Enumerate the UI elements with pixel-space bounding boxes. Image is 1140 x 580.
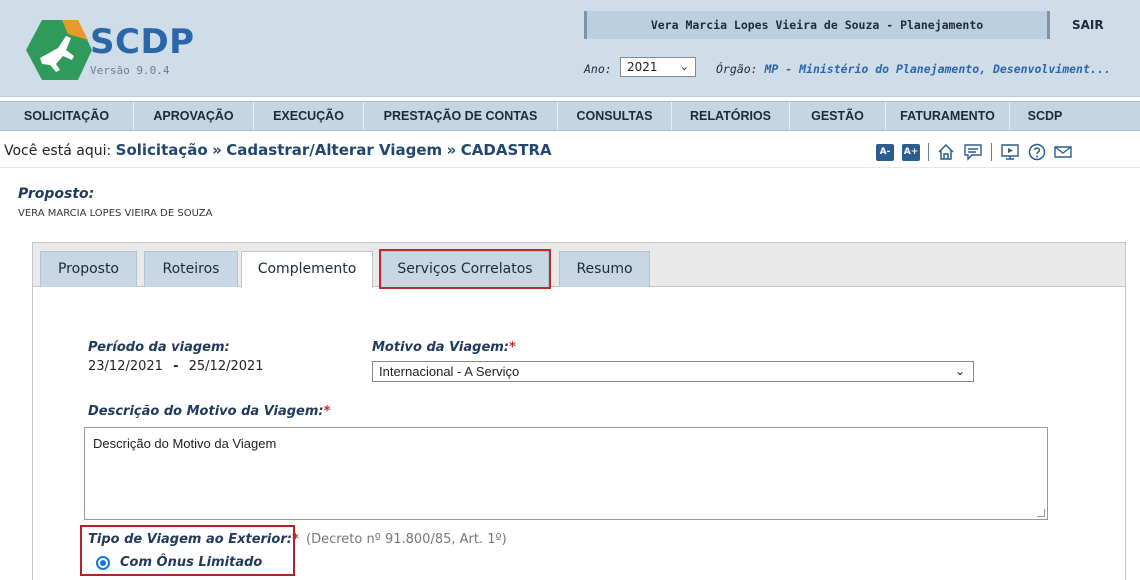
orgao-label: Órgão: — [716, 62, 758, 76]
toolbar: A- A+ — [876, 141, 1072, 163]
ano-select[interactable]: 2021 ⌄ — [620, 57, 696, 77]
brand-name: SCDP — [90, 22, 195, 62]
app-version: Versão 9.0.4 — [90, 64, 170, 77]
tipo-label: Tipo de Viagem ao Exterior:* — [88, 532, 299, 547]
required-mark: * — [323, 404, 331, 419]
periodo-start: 23/12/2021 — [88, 359, 163, 374]
required-mark: * — [291, 532, 299, 547]
logout-button[interactable]: SAIR — [1072, 18, 1104, 32]
tab-roteiros[interactable]: Roteiros — [144, 251, 238, 287]
menu-item-scdp[interactable]: SCDP — [1010, 102, 1080, 130]
breadcrumb-item-cadastrar[interactable]: Cadastrar/Alterar Viagem — [226, 141, 442, 159]
periodo-end: 25/12/2021 — [188, 359, 264, 374]
chat-icon[interactable] — [963, 143, 983, 161]
presentation-icon[interactable] — [1000, 143, 1020, 161]
ano-value: 2021 — [627, 60, 658, 74]
divider — [991, 143, 992, 161]
double-chevron-right-icon: » — [212, 141, 222, 159]
font-decrease-button[interactable]: A- — [876, 143, 894, 161]
chevron-down-icon: ⌄ — [954, 364, 965, 378]
motivo-select[interactable]: Internacional - A Serviço ⌄ — [372, 361, 974, 382]
main-menu: SOLICITAÇÃO APROVAÇÃO EXECUÇÃO PRESTAÇÃO… — [0, 101, 1140, 131]
orgao-info: Órgão: MP - Ministério do Planejamento, … — [716, 62, 1111, 76]
motivo-label: Motivo da Viagem:* — [372, 340, 516, 355]
tipo-option-label[interactable]: Com Ônus Limitado — [120, 555, 262, 570]
menu-item-execucao[interactable]: EXECUÇÃO — [254, 102, 364, 130]
mail-icon[interactable] — [1054, 143, 1072, 161]
proposto-name: VERA MARCIA LOPES VIEIRA DE SOUZA — [18, 208, 213, 219]
decreto-note: (Decreto nº 91.800/85, Art. 1º) — [306, 532, 507, 547]
breadcrumb-item-solicitacao[interactable]: Solicitação — [116, 141, 208, 159]
descricao-label-text: Descrição do Motivo da Viagem: — [88, 404, 324, 419]
periodo-separator: - — [173, 359, 179, 374]
app-header: SCDP Versão 9.0.4 Vera Marcia Lopes Viei… — [0, 0, 1140, 97]
double-chevron-right-icon: » — [446, 141, 457, 159]
menu-item-solicitacao[interactable]: SOLICITAÇÃO — [0, 102, 134, 130]
help-icon[interactable] — [1028, 143, 1046, 161]
menu-item-relatorios[interactable]: RELATÓRIOS — [672, 102, 790, 130]
user-info: Vera Marcia Lopes Vieira de Souza - Plan… — [584, 11, 1050, 39]
ano-label: Ano: — [584, 62, 612, 76]
menu-item-consultas[interactable]: CONSULTAS — [558, 102, 672, 130]
descricao-value: Descrição do Motivo da Viagem — [93, 436, 277, 451]
home-icon[interactable] — [937, 143, 955, 161]
proposto-title: Proposto: — [18, 186, 95, 202]
menu-item-gestao[interactable]: GESTÃO — [790, 102, 886, 130]
tipo-label-text: Tipo de Viagem ao Exterior: — [88, 532, 292, 547]
tab-servicos-correlatos[interactable]: Serviços Correlatos — [379, 249, 551, 289]
menu-item-prestacao-de-contas[interactable]: PRESTAÇÃO DE CONTAS — [364, 102, 558, 130]
menu-item-faturamento[interactable]: FATURAMENTO — [886, 102, 1010, 130]
tab-resumo[interactable]: Resumo — [559, 251, 650, 287]
tab-proposto[interactable]: Proposto — [40, 251, 137, 287]
scdp-logo — [26, 20, 92, 80]
breadcrumb-prefix: Você está aqui: — [4, 143, 112, 159]
motivo-label-text: Motivo da Viagem: — [372, 340, 510, 355]
descricao-textarea[interactable]: Descrição do Motivo da Viagem — [84, 427, 1048, 520]
tab-strip: Proposto Roteiros Complemento Serviços C… — [33, 243, 1125, 289]
tipo-radio-com-onus-limitado[interactable] — [96, 556, 110, 570]
resize-handle-icon[interactable] — [1037, 509, 1045, 517]
descricao-label: Descrição do Motivo da Viagem:* — [88, 404, 330, 419]
tab-complemento[interactable]: Complemento — [241, 251, 373, 288]
divider — [0, 167, 1140, 168]
required-mark: * — [509, 340, 516, 355]
breadcrumb-item-cadastra: CADASTRA — [460, 141, 552, 159]
font-increase-button[interactable]: A+ — [902, 143, 920, 161]
motivo-value: Internacional - A Serviço — [379, 364, 520, 379]
periodo-value: 23/12/2021 - 25/12/2021 — [88, 359, 264, 374]
orgao-value: MP - Ministério do Planejamento, Desenvo… — [764, 62, 1111, 76]
menu-item-aprovacao[interactable]: APROVAÇÃO — [134, 102, 254, 130]
divider — [928, 143, 929, 161]
periodo-label: Período da viagem: — [88, 340, 230, 355]
chevron-down-icon: ⌄ — [679, 60, 689, 73]
breadcrumb: Você está aqui: Solicitação » Cadastrar/… — [4, 141, 552, 159]
